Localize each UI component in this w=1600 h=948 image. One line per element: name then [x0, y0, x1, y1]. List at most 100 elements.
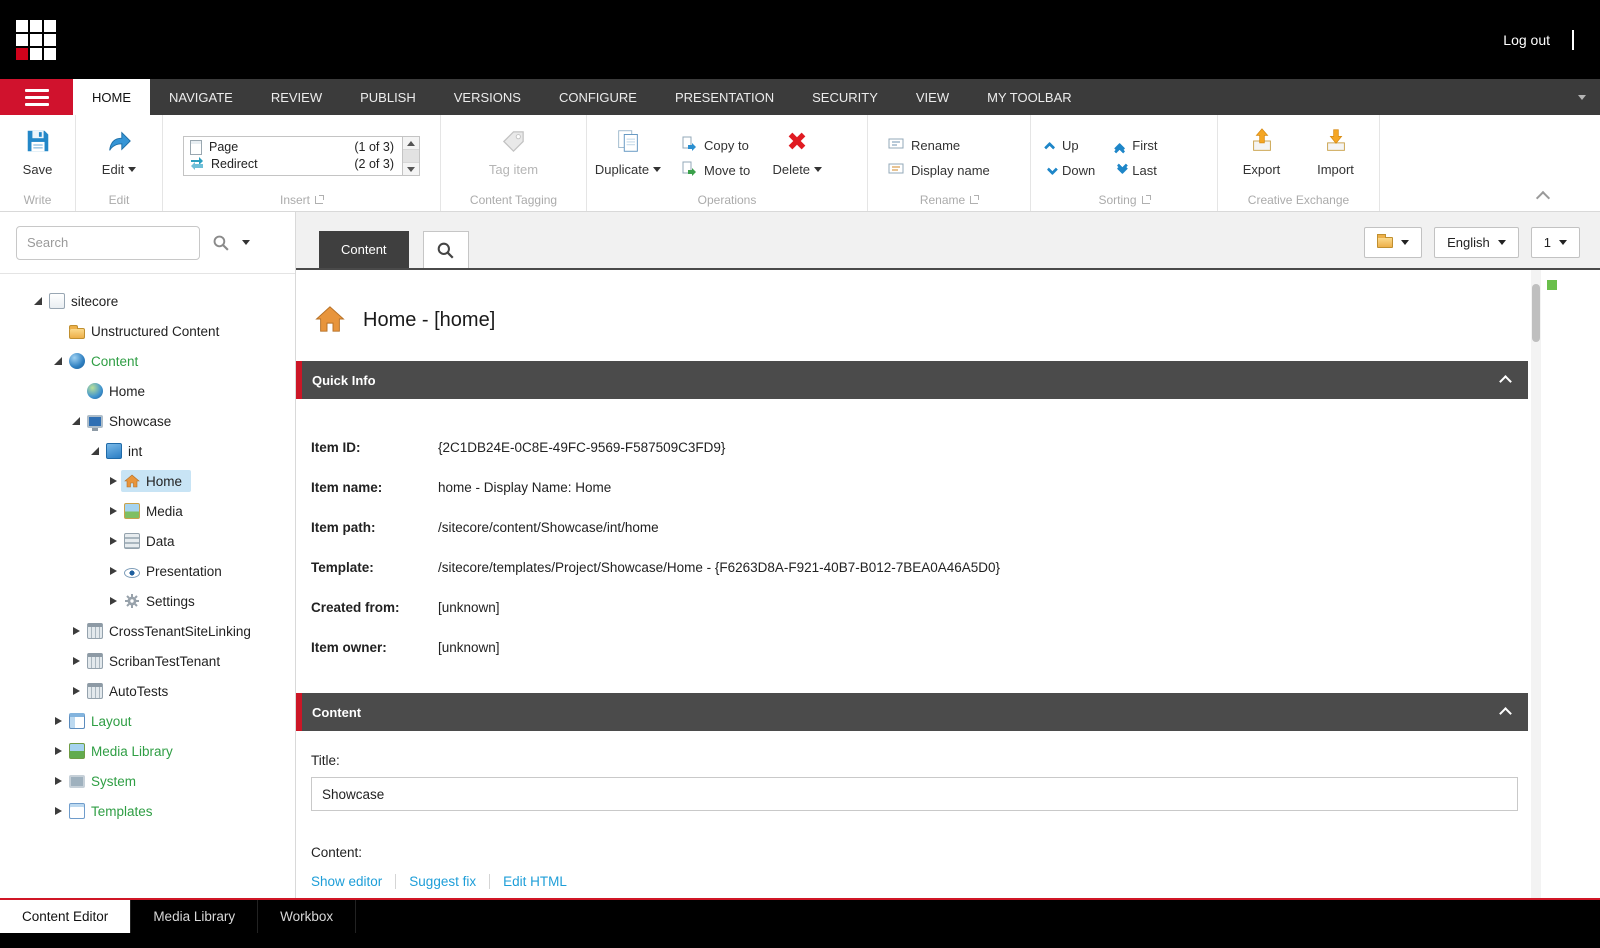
tree-item-settings[interactable]: Settings [0, 586, 295, 616]
collapsed-arrow-icon[interactable] [50, 717, 66, 725]
edit-button[interactable]: Edit [82, 115, 156, 177]
tabbar-chevron-down-icon[interactable] [1578, 79, 1586, 115]
insert-option-page[interactable]: Page (1 of 3) [190, 140, 402, 155]
tab-configure[interactable]: CONFIGURE [540, 79, 656, 115]
sort-last-button[interactable]: Last [1117, 158, 1157, 183]
export-button[interactable]: Export [1225, 115, 1299, 177]
collapsed-arrow-icon[interactable] [105, 477, 121, 485]
tree-item-content-home[interactable]: Home [0, 376, 295, 406]
logout-button[interactable]: Log out [1503, 32, 1550, 48]
tree-item-templates[interactable]: Templates [0, 796, 295, 826]
expanded-arrow-icon[interactable] [50, 357, 66, 365]
navigate-item-button[interactable] [1364, 227, 1422, 258]
tab-review[interactable]: REVIEW [252, 79, 341, 115]
collapsed-arrow-icon[interactable] [105, 597, 121, 605]
collapsed-arrow-icon[interactable] [68, 627, 84, 635]
show-editor-link[interactable]: Show editor [311, 874, 382, 889]
tab-publish[interactable]: PUBLISH [341, 79, 435, 115]
tab-my-toolbar[interactable]: MY TOOLBAR [968, 79, 1091, 115]
search-options-chevron-icon[interactable] [242, 240, 250, 245]
tree-item-crosstenantsitelinking[interactable]: CrossTenantSiteLinking [0, 616, 295, 646]
system-icon [69, 775, 85, 788]
tree-item-unstructured-content[interactable]: Unstructured Content [0, 316, 295, 346]
editor-panel: Content English 1 [296, 212, 1600, 898]
tree-item-media[interactable]: Media [0, 496, 295, 526]
collapsed-arrow-icon[interactable] [50, 807, 66, 815]
tab-versions[interactable]: VERSIONS [435, 79, 540, 115]
collapse-section-icon[interactable] [1499, 375, 1512, 388]
collapsed-arrow-icon[interactable] [50, 777, 66, 785]
bottombar-tab-media-library[interactable]: Media Library [131, 900, 258, 933]
field-label: Item name: [311, 480, 438, 495]
rename-button[interactable]: Rename [888, 133, 990, 158]
collapsed-arrow-icon[interactable] [105, 507, 121, 515]
hamburger-menu-button[interactable] [0, 79, 73, 115]
rename-dialog-launcher-icon[interactable] [970, 196, 978, 204]
bottombar-tab-workbox[interactable]: Workbox [258, 900, 356, 933]
language-selector[interactable]: English [1434, 227, 1519, 258]
copy-to-button[interactable]: Copy to [681, 133, 750, 158]
tree-item-layout[interactable]: Layout [0, 706, 295, 736]
delete-button[interactable]: Delete [762, 115, 832, 177]
tab-presentation[interactable]: PRESENTATION [656, 79, 793, 115]
tree-item-media-library[interactable]: Media Library [0, 736, 295, 766]
search-icon[interactable] [212, 234, 230, 252]
import-button[interactable]: Import [1299, 115, 1373, 177]
ribbon-collapse-icon[interactable] [1536, 191, 1550, 205]
collapsed-arrow-icon[interactable] [68, 657, 84, 665]
suggest-fix-link[interactable]: Suggest fix [409, 874, 476, 889]
tree-item-scribantesttenant[interactable]: ScribanTestTenant [0, 646, 295, 676]
content-section-header[interactable]: Content [296, 693, 1528, 731]
tab-navigate[interactable]: NAVIGATE [150, 79, 252, 115]
expanded-arrow-icon[interactable] [68, 417, 84, 425]
move-to-button[interactable]: Move to [681, 158, 750, 183]
tree-item-presentation[interactable]: Presentation [0, 556, 295, 586]
tree-item-sitecore[interactable]: sitecore [0, 286, 295, 316]
insert-scroll-up-button[interactable] [403, 137, 419, 149]
collapsed-arrow-icon[interactable] [105, 537, 121, 545]
tree-item-autotests[interactable]: AutoTests [0, 676, 295, 706]
tree-item-int-home[interactable]: Home [0, 466, 295, 496]
display-name-button[interactable]: Display name [888, 158, 990, 183]
save-label: Save [23, 162, 53, 177]
editor-search-button[interactable] [423, 231, 469, 268]
tab-home[interactable]: HOME [73, 79, 150, 115]
expanded-arrow-icon[interactable] [87, 447, 103, 455]
eye-icon [124, 568, 140, 578]
tree-item-showcase[interactable]: Showcase [0, 406, 295, 436]
insert-option-redirect[interactable]: Redirect (2 of 3) [190, 156, 402, 173]
tab-security[interactable]: SECURITY [793, 79, 897, 115]
search-input[interactable] [16, 226, 200, 260]
tree-item-label: int [128, 444, 142, 459]
quick-info-section-header[interactable]: Quick Info [296, 361, 1528, 399]
sort-down-button[interactable]: Down [1047, 158, 1095, 183]
tab-view[interactable]: VIEW [897, 79, 968, 115]
insert-scroll-down-button[interactable] [403, 163, 419, 175]
scrollbar-thumb[interactable] [1532, 284, 1540, 342]
bottombar-tab-content-editor[interactable]: Content Editor [0, 900, 131, 933]
tree-item-data[interactable]: Data [0, 526, 295, 556]
sort-up-button[interactable]: Up [1047, 133, 1095, 158]
tree-item-content[interactable]: Content [0, 346, 295, 376]
insert-scroll-thumb[interactable] [403, 149, 419, 163]
collapsed-arrow-icon[interactable] [50, 747, 66, 755]
duplicate-button[interactable]: Duplicate [591, 115, 665, 177]
collapse-section-icon[interactable] [1499, 707, 1512, 720]
expanded-arrow-icon[interactable] [30, 297, 46, 305]
tree-item-system[interactable]: System [0, 766, 295, 796]
rich-text-links: Show editor Suggest fix Edit HTML [311, 874, 1528, 889]
tag-item-button[interactable]: Tag item [477, 115, 551, 177]
edit-html-link[interactable]: Edit HTML [503, 874, 567, 889]
title-field-input[interactable] [311, 777, 1518, 811]
sorting-dialog-launcher-icon[interactable] [1142, 196, 1150, 204]
collapsed-arrow-icon[interactable] [105, 567, 121, 575]
sort-first-button[interactable]: First [1117, 133, 1157, 158]
document-icon [49, 293, 65, 309]
tree-item-int[interactable]: int [0, 436, 295, 466]
vertical-scrollbar[interactable] [1531, 270, 1541, 898]
version-selector[interactable]: 1 [1531, 227, 1580, 258]
collapsed-arrow-icon[interactable] [68, 687, 84, 695]
content-tab[interactable]: Content [319, 231, 409, 268]
insert-dialog-launcher-icon[interactable] [315, 196, 323, 204]
save-button[interactable]: Save [1, 115, 75, 177]
